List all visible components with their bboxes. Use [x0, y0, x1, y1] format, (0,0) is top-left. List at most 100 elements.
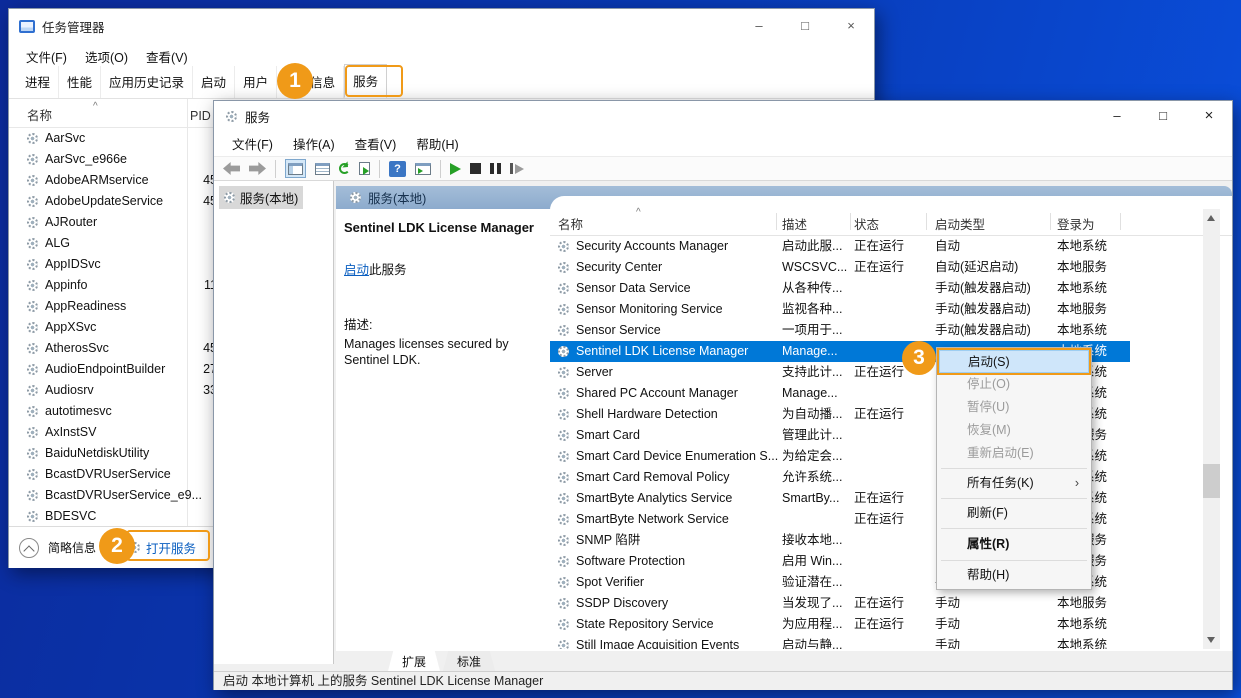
- menu-item[interactable]: 文件(F): [17, 47, 76, 66]
- export-list-icon[interactable]: [359, 162, 370, 175]
- gear-icon: [27, 154, 38, 165]
- column-header-desc[interactable]: 描述: [782, 214, 807, 233]
- forward-icon[interactable]: [249, 162, 266, 175]
- table-row[interactable]: Smart Card Removal Policy允许系统...本地系统: [550, 467, 1232, 488]
- service-startup-type: 手动: [935, 635, 960, 649]
- tab-应用历史记录[interactable]: 应用历史记录: [101, 66, 193, 98]
- table-row[interactable]: SmartByte Network Service正在运行本地系统: [550, 509, 1232, 530]
- table-row[interactable]: Shell Hardware Detection为自动播...正在运行本地系统: [550, 404, 1232, 425]
- table-row[interactable]: Smart Card管理此计...本地服务: [550, 425, 1232, 446]
- show-console-tree-icon[interactable]: [285, 159, 306, 178]
- service-startup-type: 自动(延迟启动): [935, 257, 1018, 278]
- tree-node-services-local[interactable]: 服务(本地): [219, 186, 303, 209]
- help-icon[interactable]: ?: [389, 161, 406, 177]
- menu-item-启动(S)[interactable]: 启动(S): [939, 350, 1089, 373]
- maximize-button[interactable]: □: [1140, 101, 1186, 131]
- table-row[interactable]: Spot Verifier验证潜在...手动(触发器启动)本地系统: [550, 572, 1232, 593]
- tab-用户[interactable]: 用户: [235, 66, 277, 98]
- tab-standard[interactable]: 标准: [443, 651, 495, 671]
- service-name: AppXSvc: [45, 317, 96, 338]
- minimize-button[interactable]: –: [736, 11, 782, 41]
- service-desc: 为自动播...: [782, 404, 842, 425]
- table-row[interactable]: Shared PC Account ManagerManage...本地系统: [550, 383, 1232, 404]
- close-button[interactable]: ×: [1186, 101, 1232, 131]
- brief-info-toggle[interactable]: 简略信息: [48, 539, 96, 556]
- service-logon-as: 本地系统: [1057, 236, 1107, 257]
- service-name: SmartByte Network Service: [576, 509, 729, 530]
- table-row[interactable]: State Repository Service为应用程...正在运行手动本地系…: [550, 614, 1232, 635]
- task-manager-titlebar[interactable]: 任务管理器 – □ ×: [9, 9, 874, 43]
- refresh-icon[interactable]: [339, 163, 350, 174]
- table-row[interactable]: SSDP Discovery当发现了...正在运行手动本地服务: [550, 593, 1232, 614]
- back-icon[interactable]: [223, 162, 240, 175]
- menu-item[interactable]: 帮助(H): [406, 134, 468, 153]
- service-startup-type: 手动(触发器启动): [935, 299, 1031, 320]
- service-name: AtherosSvc: [45, 338, 109, 359]
- table-row[interactable]: Still Image Acquisition Events启动与静...手动本…: [550, 635, 1232, 649]
- table-row[interactable]: Sensor Monitoring Service监视各种...手动(触发器启动…: [550, 299, 1232, 320]
- menu-item-所有任务(K)[interactable]: 所有任务(K)›: [939, 472, 1089, 495]
- service-name: AudioEndpointBuilder: [45, 359, 165, 380]
- table-row[interactable]: Software Protection启用 Win...网络服务: [550, 551, 1232, 572]
- vertical-scrollbar[interactable]: [1203, 209, 1220, 649]
- annotation-step-1: 1: [277, 63, 313, 99]
- scroll-down-icon[interactable]: [1207, 637, 1215, 643]
- menu-item-属性(R)[interactable]: 属性(R): [939, 532, 1089, 557]
- table-row[interactable]: SmartByte Analytics ServiceSmartBy...正在运…: [550, 488, 1232, 509]
- tab-启动[interactable]: 启动: [193, 66, 235, 98]
- service-desc: 当发现了...: [782, 593, 842, 614]
- menu-item-刷新(F)[interactable]: 刷新(F): [939, 502, 1089, 525]
- menu-item-恢复(M): 恢复(M): [939, 419, 1089, 442]
- column-header-logon[interactable]: 登录为: [1057, 214, 1095, 233]
- close-button[interactable]: ×: [828, 11, 874, 41]
- maximize-button[interactable]: □: [782, 11, 828, 41]
- scrollbar-thumb[interactable]: [1203, 464, 1220, 498]
- menu-item[interactable]: 选项(O): [76, 47, 137, 66]
- gear-icon: [27, 343, 38, 354]
- gear-icon: [27, 175, 38, 186]
- gear-icon: [558, 493, 569, 504]
- tab-性能[interactable]: 性能: [59, 66, 101, 98]
- table-row[interactable]: Smart Card Device Enumeration S...为给定会..…: [550, 446, 1232, 467]
- services-titlebar[interactable]: 服务 – □ ×: [214, 101, 1232, 131]
- gear-icon: [558, 451, 569, 462]
- column-header-pid[interactable]: PID: [190, 105, 211, 127]
- menu-item[interactable]: 查看(V): [345, 134, 407, 153]
- table-row[interactable]: Security Accounts Manager启动此服...正在运行自动本地…: [550, 236, 1232, 257]
- menu-item[interactable]: 操作(A): [283, 134, 345, 153]
- table-row[interactable]: Sentinel LDK License ManagerManage...本地系…: [550, 341, 1232, 362]
- scroll-up-icon[interactable]: [1207, 215, 1215, 221]
- menu-item[interactable]: 查看(V): [137, 47, 197, 66]
- column-header-status[interactable]: 状态: [854, 214, 879, 233]
- start-service-icon[interactable]: [450, 163, 461, 175]
- gear-icon: [558, 367, 569, 378]
- console-window-icon[interactable]: [415, 163, 431, 175]
- service-name: Sensor Data Service: [576, 278, 691, 299]
- service-status: 正在运行: [854, 257, 904, 278]
- selected-service-title: Sentinel LDK License Manager: [344, 220, 546, 235]
- table-row[interactable]: SNMP 陷阱接收本地...本地服务: [550, 530, 1232, 551]
- tab-进程[interactable]: 进程: [17, 66, 59, 98]
- minimize-button[interactable]: –: [1094, 101, 1140, 131]
- column-header-name[interactable]: 名称: [27, 105, 177, 127]
- tab-extended[interactable]: 扩展: [388, 651, 440, 671]
- service-name: SNMP 陷阱: [576, 530, 640, 551]
- stop-service-icon[interactable]: [470, 163, 481, 174]
- pause-service-icon[interactable]: [490, 163, 501, 174]
- start-service-link[interactable]: 启动: [344, 263, 369, 277]
- restart-service-icon[interactable]: [510, 163, 524, 174]
- table-row[interactable]: Sensor Service一项用于...手动(触发器启动)本地系统: [550, 320, 1232, 341]
- table-row[interactable]: Security CenterWSCSVC...正在运行自动(延迟启动)本地服务: [550, 257, 1232, 278]
- table-row[interactable]: Sensor Data Service从各种传...手动(触发器启动)本地系统: [550, 278, 1232, 299]
- service-logon-as: 本地系统: [1057, 278, 1107, 299]
- service-action-line: 启动此服务: [344, 259, 546, 278]
- column-header-name[interactable]: 名称: [558, 214, 583, 233]
- menu-item[interactable]: 文件(F): [222, 134, 283, 153]
- menu-item-帮助(H)[interactable]: 帮助(H): [939, 564, 1089, 587]
- table-row[interactable]: Server支持此计...正在运行本地系统: [550, 362, 1232, 383]
- gear-icon: [27, 238, 38, 249]
- column-header-startup[interactable]: 启动类型: [935, 214, 985, 233]
- service-name: BDESVC: [45, 506, 96, 527]
- properties-icon[interactable]: [315, 163, 330, 175]
- collapse-chevron-icon[interactable]: [19, 538, 39, 558]
